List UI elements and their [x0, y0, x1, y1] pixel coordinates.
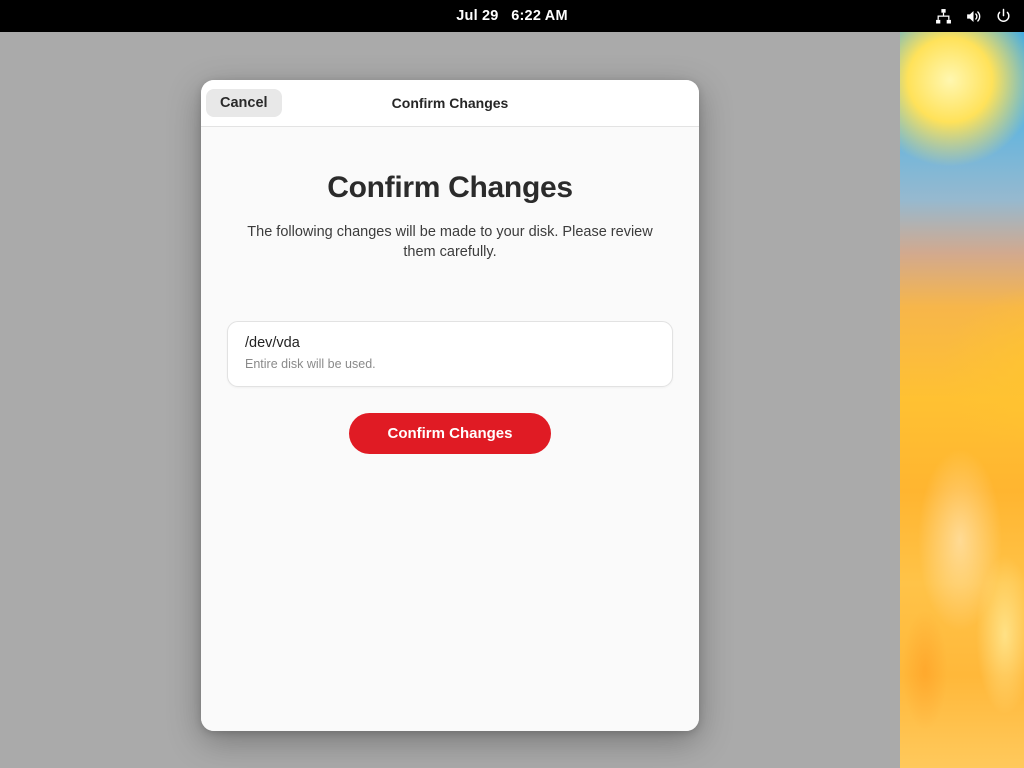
topbar-clock[interactable]: Jul 29 6:22 AM [0, 8, 1024, 24]
confirm-changes-button[interactable]: Confirm Changes [349, 413, 551, 455]
system-topbar: Jul 29 6:22 AM [0, 0, 1024, 32]
topbar-status-area [935, 8, 1012, 25]
screen: Select t ect one Cancel [0, 0, 1024, 768]
network-icon[interactable] [935, 8, 952, 25]
disk-detail: Entire disk will be used. [245, 357, 376, 372]
wallpaper-swirl [900, 420, 1024, 768]
confirm-changes-dialog: Cancel Confirm Changes Confirm Changes T… [201, 80, 699, 731]
disk-summary-card: /dev/vda Entire disk will be used. [227, 321, 673, 388]
disk-name: /dev/vda [245, 335, 300, 351]
volume-icon[interactable] [965, 8, 982, 25]
confirm-button-wrapper: Confirm Changes [227, 413, 673, 455]
dialog-heading: Confirm Changes [327, 171, 573, 204]
cancel-button[interactable]: Cancel [206, 88, 282, 118]
wallpaper-dune [900, 180, 1024, 440]
power-icon[interactable] [995, 8, 1012, 25]
dialog-description: The following changes will be made to yo… [247, 224, 653, 260]
dialog-body: Confirm Changes The following changes wi… [201, 127, 699, 731]
dialog-header: Cancel Confirm Changes [201, 80, 699, 127]
